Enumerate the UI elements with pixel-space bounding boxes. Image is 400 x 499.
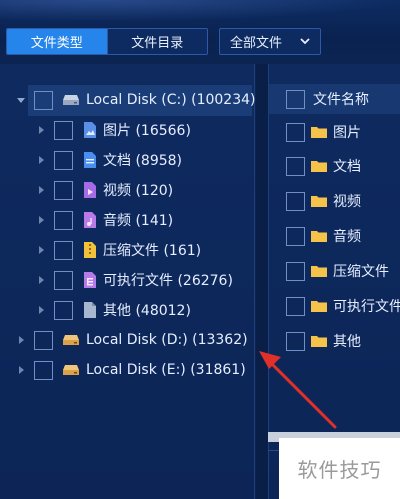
collapsed-arrow-icon[interactable] xyxy=(36,215,46,225)
hard-disk-icon xyxy=(63,95,79,105)
checkbox[interactable] xyxy=(286,261,305,281)
checkbox[interactable] xyxy=(54,270,73,290)
video-file-icon xyxy=(84,182,96,198)
watermark: 软件技巧 xyxy=(279,438,400,499)
audio-file-icon xyxy=(84,212,96,228)
checkbox[interactable] xyxy=(34,90,53,110)
image-file-icon xyxy=(84,122,96,138)
executable-file-icon xyxy=(84,272,96,288)
checkbox[interactable] xyxy=(34,330,53,350)
list-item[interactable]: 可执行文件 xyxy=(286,295,400,317)
list-item[interactable]: 压缩文件 xyxy=(286,260,389,282)
list-item[interactable]: 文档 xyxy=(286,155,361,177)
checkbox[interactable] xyxy=(54,120,73,140)
list-item-label: 图片 xyxy=(333,125,361,141)
list-item-label: 可执行文件 xyxy=(333,299,400,315)
folder-icon xyxy=(311,301,327,312)
checkbox[interactable] xyxy=(286,226,305,246)
folder-icon xyxy=(311,196,327,207)
hard-disk-icon xyxy=(63,365,79,375)
tree-item-label: 文档 (8958) xyxy=(103,153,183,169)
checkbox[interactable] xyxy=(54,210,73,230)
watermark-text: 软件技巧 xyxy=(297,458,382,482)
tree-item-audio[interactable]: 音频 (141) xyxy=(36,206,173,234)
tree-disk-e[interactable]: Local Disk (E:) (31861) xyxy=(16,356,246,384)
tab-file-directory[interactable]: 文件目录 xyxy=(106,29,207,54)
archive-file-icon xyxy=(84,242,96,258)
tree-item-archive[interactable]: 压缩文件 (161) xyxy=(36,236,201,264)
checkbox[interactable] xyxy=(286,122,305,142)
other-file-icon xyxy=(84,302,96,318)
list-item[interactable]: 图片 xyxy=(286,121,361,143)
list-item[interactable]: 音频 xyxy=(286,225,361,247)
folder-icon xyxy=(311,161,327,172)
tree-item-label: 视频 (120) xyxy=(103,183,174,199)
top-toolbar: 文件类型 文件目录 全部文件 xyxy=(0,0,400,62)
list-item-label: 音频 xyxy=(333,229,361,245)
collapsed-arrow-icon[interactable] xyxy=(36,125,46,135)
collapsed-arrow-icon[interactable] xyxy=(36,155,46,165)
tree-item-other[interactable]: 其他 (48012) xyxy=(36,296,191,324)
collapsed-arrow-icon[interactable] xyxy=(36,245,46,255)
tree-item-label: 压缩文件 (161) xyxy=(103,243,202,259)
list-item-label: 压缩文件 xyxy=(333,264,389,280)
collapsed-arrow-icon[interactable] xyxy=(36,275,46,285)
folder-icon xyxy=(311,266,327,277)
tree-disk-d[interactable]: Local Disk (D:) (13362) xyxy=(16,326,248,354)
collapsed-arrow-icon[interactable] xyxy=(36,305,46,315)
checkbox[interactable] xyxy=(54,150,73,170)
list-item-label: 文档 xyxy=(333,159,361,175)
checkbox[interactable] xyxy=(286,156,305,176)
folder-icon xyxy=(311,127,327,138)
annotation-arrow-icon xyxy=(259,351,337,429)
tree-disk-label: Local Disk (E:) (31861) xyxy=(86,362,246,378)
list-header: 文件名称 xyxy=(286,88,369,110)
tree-item-video[interactable]: 视频 (120) xyxy=(36,176,173,204)
tree-item-documents[interactable]: 文档 (8958) xyxy=(36,146,182,174)
list-item[interactable]: 视频 xyxy=(286,190,361,212)
tree-item-label: 其他 (48012) xyxy=(103,303,191,319)
tree-item-executable[interactable]: 可执行文件 (26276) xyxy=(36,266,233,294)
collapsed-arrow-icon[interactable] xyxy=(16,365,26,375)
file-tree-panel: Local Disk (C:) (100234) 图片 (16566) 文档 (… xyxy=(0,64,256,499)
tree-item-label: 音频 (141) xyxy=(103,213,174,229)
tab-file-type[interactable]: 文件类型 xyxy=(7,29,107,54)
tree-item-images[interactable]: 图片 (16566) xyxy=(36,116,191,144)
view-tab-group: 文件类型 文件目录 xyxy=(6,28,208,55)
tree-item-label: 图片 (16566) xyxy=(103,123,191,139)
chevron-down-icon xyxy=(300,38,310,45)
checkbox[interactable] xyxy=(286,296,305,316)
column-header-name[interactable]: 文件名称 xyxy=(313,89,369,109)
hard-disk-icon xyxy=(63,335,79,345)
expand-arrow-icon[interactable] xyxy=(16,95,26,105)
list-item-label: 视频 xyxy=(333,194,361,210)
tree-disk-label: Local Disk (D:) (13362) xyxy=(86,332,248,348)
collapsed-arrow-icon[interactable] xyxy=(36,185,46,195)
file-filter-selected: 全部文件 xyxy=(230,36,283,51)
checkbox[interactable] xyxy=(54,180,73,200)
tree-disk-c[interactable]: Local Disk (C:) (100234) xyxy=(16,86,256,114)
checkbox[interactable] xyxy=(34,360,53,380)
select-all-checkbox[interactable] xyxy=(286,89,305,109)
tree-item-label: 可执行文件 (26276) xyxy=(103,273,233,289)
folder-icon xyxy=(311,231,327,242)
tree-disk-label: Local Disk (C:) (100234) xyxy=(86,92,256,108)
checkbox[interactable] xyxy=(54,300,73,320)
document-file-icon xyxy=(84,152,96,168)
checkbox[interactable] xyxy=(54,240,73,260)
checkbox[interactable] xyxy=(286,191,305,211)
collapsed-arrow-icon[interactable] xyxy=(16,335,26,345)
file-filter-dropdown[interactable]: 全部文件 xyxy=(219,28,321,55)
